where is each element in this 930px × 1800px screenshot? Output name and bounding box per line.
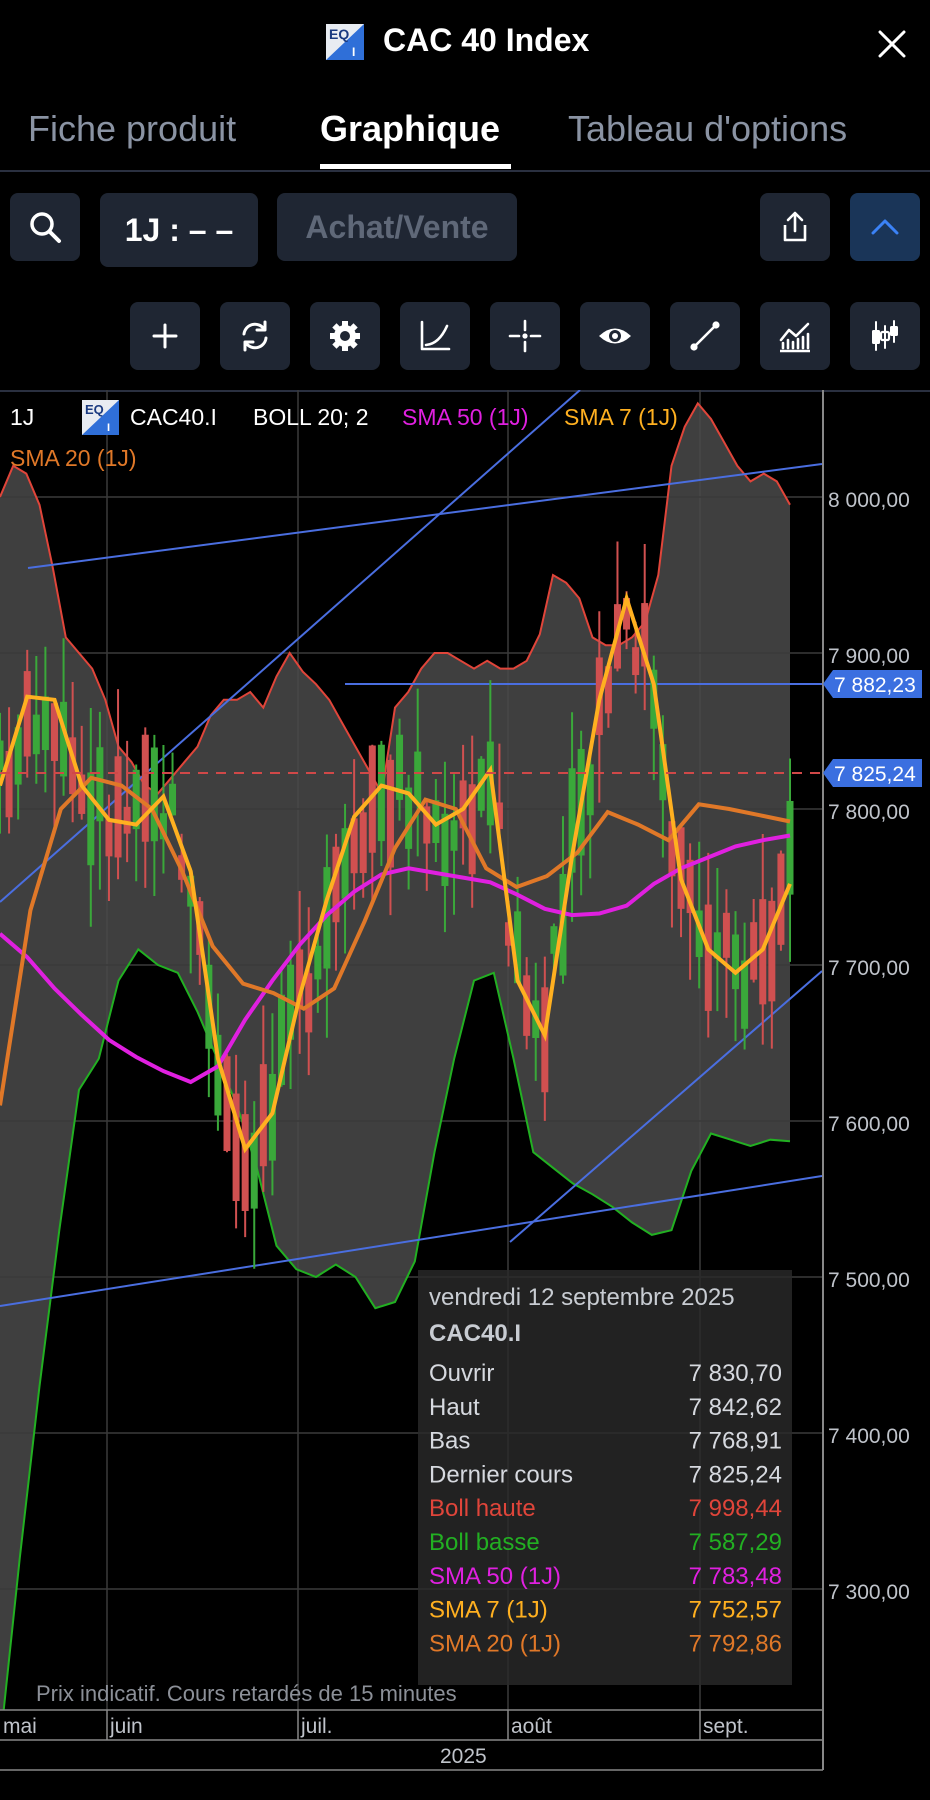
y-tick-label: 7 700,00	[828, 957, 910, 980]
tooltip-row-label: Boll haute	[429, 1495, 536, 1522]
tab-fiche-produit[interactable]: Fiche produit	[28, 108, 236, 150]
draw-line-button[interactable]	[670, 302, 740, 370]
x-tick-label: juil.	[300, 1715, 333, 1738]
timeframe-button[interactable]: 1J : – –	[100, 193, 258, 267]
price-chart[interactable]: 8 000,00 7 900,00 7 800,00 7 700,00 7 60…	[0, 390, 930, 1800]
share-icon	[783, 211, 807, 242]
tooltip-row-label: Bas	[429, 1428, 470, 1455]
line-draw-icon	[690, 321, 720, 351]
tooltip-row-label: SMA 7 (1J)	[429, 1597, 548, 1624]
search-icon	[30, 212, 61, 243]
timeframe-label: 1J : – –	[124, 211, 234, 248]
delay-footnote: Prix indicatif. Cours retardés de 15 min…	[36, 1681, 457, 1706]
price-tag-resistance: 7 882,23	[823, 670, 922, 698]
x-tick-label: août	[511, 1715, 552, 1738]
indicators-button[interactable]	[760, 302, 830, 370]
tooltip-row-value: 7 792,86	[689, 1630, 782, 1657]
y-tick-label: 7 900,00	[828, 645, 910, 668]
gear-icon	[330, 321, 360, 351]
trade-label: Achat/Vente	[305, 208, 489, 245]
tooltip-row-label: Haut	[429, 1394, 480, 1421]
tab-tableau-options[interactable]: Tableau d'options	[568, 108, 847, 150]
crosshair-button[interactable]	[490, 302, 560, 370]
refresh-button[interactable]	[220, 302, 290, 370]
page-title: CAC 40 Index	[383, 22, 590, 58]
legend-logo: EQ I	[82, 400, 119, 435]
y-tick-label: 8 000,00	[828, 489, 910, 512]
svg-text:I: I	[107, 422, 110, 434]
refresh-icon	[242, 320, 268, 352]
settings-button[interactable]	[310, 302, 380, 370]
curve-tool-button[interactable]	[400, 302, 470, 370]
x-tick-label: sept.	[703, 1715, 749, 1738]
close-icon[interactable]	[874, 26, 910, 62]
visibility-button[interactable]	[580, 302, 650, 370]
tooltip-row-value: 7 825,24	[689, 1461, 782, 1488]
tooltip-row-value: 7 752,57	[689, 1597, 782, 1624]
y-tick-label: 7 500,00	[828, 1269, 910, 1292]
svg-text:7 825,24: 7 825,24	[834, 763, 916, 786]
x-tick-label: mai	[3, 1715, 37, 1738]
tooltip-row-label: Ouvrir	[429, 1360, 494, 1387]
tooltip-row-label: SMA 20 (1J)	[429, 1630, 561, 1657]
tooltip-row-label: SMA 50 (1J)	[429, 1563, 561, 1590]
svg-text:I: I	[352, 45, 355, 59]
curve-icon	[420, 320, 451, 351]
chart-type-button[interactable]	[850, 302, 920, 370]
tooltip-row-value: 7 783,48	[689, 1563, 782, 1590]
svg-text:7 882,23: 7 882,23	[834, 674, 916, 697]
svg-text:EQ: EQ	[85, 402, 104, 417]
trade-button[interactable]: Achat/Vente	[277, 193, 517, 261]
legend-sma7: SMA 7 (1J)	[564, 404, 678, 430]
cac40-logo: EQ I	[326, 24, 364, 60]
candlestick-icon	[872, 320, 898, 351]
add-tool-button[interactable]	[130, 302, 200, 370]
tooltip-row-label: Boll basse	[429, 1529, 540, 1556]
active-tab-indicator	[320, 164, 511, 169]
tooltip-row-value: 7 998,44	[689, 1495, 782, 1522]
eye-icon	[599, 328, 631, 344]
x-tick-label: juin	[109, 1715, 143, 1738]
tooltip-symbol: CAC40.I	[429, 1320, 521, 1347]
year-label: 2025	[440, 1745, 487, 1768]
collapse-button[interactable]	[850, 193, 920, 261]
tooltip-row-value: 7 768,91	[689, 1428, 782, 1455]
tooltip-row-value: 7 842,62	[689, 1394, 782, 1421]
tooltip-row-value: 7 830,70	[689, 1360, 782, 1387]
tab-graphique[interactable]: Graphique	[320, 108, 500, 150]
legend-sma50: SMA 50 (1J)	[402, 404, 529, 430]
legend-interval: 1J	[10, 404, 34, 430]
indicators-icon	[779, 322, 810, 353]
svg-text:EQ: EQ	[329, 26, 349, 42]
y-tick-label: 7 300,00	[828, 1581, 910, 1604]
legend-sma20: SMA 20 (1J)	[10, 445, 137, 471]
price-tag-last: 7 825,24	[823, 759, 922, 787]
ohlc-tooltip: vendredi 12 septembre 2025 CAC40.I Ouvri…	[418, 1270, 792, 1685]
y-tick-label: 7 800,00	[828, 801, 910, 824]
app-header: EQ I CAC 40 Index	[0, 0, 930, 90]
tooltip-date: vendredi 12 septembre 2025	[429, 1284, 735, 1311]
tooltip-row-value: 7 587,29	[689, 1529, 782, 1556]
legend-boll: BOLL 20; 2	[253, 404, 369, 430]
share-button[interactable]	[760, 193, 830, 261]
plus-icon	[152, 323, 178, 349]
legend-symbol: CAC40.I	[130, 404, 217, 430]
tooltip-row-label: Dernier cours	[429, 1461, 573, 1488]
y-tick-label: 7 400,00	[828, 1425, 910, 1448]
crosshair-icon	[508, 319, 542, 353]
search-button[interactable]	[10, 193, 80, 261]
y-tick-label: 7 600,00	[828, 1113, 910, 1136]
tab-bar: Fiche produit Graphique Tableau d'option…	[0, 96, 930, 170]
chevron-up-icon	[871, 219, 899, 235]
tabs-divider	[0, 170, 930, 172]
